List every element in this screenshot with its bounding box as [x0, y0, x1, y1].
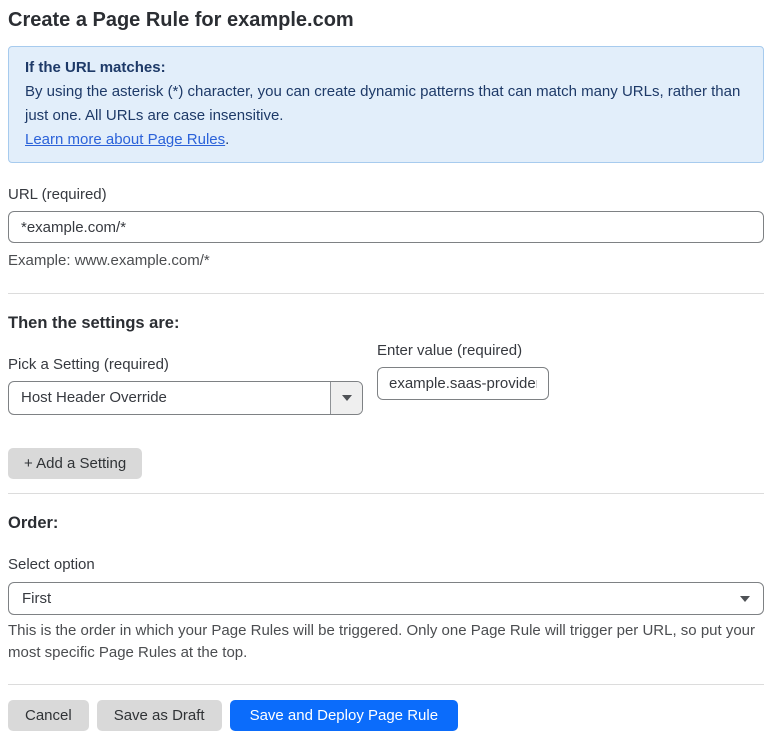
setting-dropdown-arrow-button[interactable]: [330, 382, 362, 414]
add-setting-button[interactable]: + Add a Setting: [8, 448, 143, 479]
url-field-helper: Example: www.example.com/*: [8, 252, 210, 269]
pick-setting-label: Pick a Setting (required): [8, 356, 169, 373]
order-select[interactable]: First: [8, 582, 764, 615]
chevron-down-icon: [740, 595, 750, 602]
info-box-heading: If the URL matches:: [25, 59, 166, 76]
order-select-label: Select option: [8, 556, 95, 573]
link-suffix: .: [225, 131, 230, 148]
form-actions: Cancel Save as Draft Save and Deploy Pag…: [8, 700, 764, 731]
divider: [8, 684, 764, 685]
pick-setting-column: Pick a Setting (required) Host Header Ov…: [8, 333, 363, 415]
url-input[interactable]: [8, 211, 764, 243]
enter-value-label: Enter value (required): [377, 342, 523, 359]
save-as-draft-button[interactable]: Save as Draft: [96, 700, 222, 731]
learn-more-link[interactable]: Learn more about Page Rules: [25, 131, 225, 148]
page-rule-form: Create a Page Rule for example.com If th…: [0, 8, 772, 731]
setting-value-input[interactable]: [377, 367, 549, 400]
setting-row: Pick a Setting (required) Host Header Ov…: [8, 333, 764, 415]
info-box-body: By using the asterisk (*) character, you…: [25, 83, 741, 124]
page-title: Create a Page Rule for example.com: [8, 9, 354, 31]
url-match-info-box: If the URL matches: By using the asteris…: [8, 46, 764, 163]
order-select-value: First: [22, 590, 52, 607]
cancel-button[interactable]: Cancel: [8, 700, 89, 731]
divider: [8, 493, 764, 494]
setting-dropdown-value: Host Header Override: [21, 389, 167, 406]
save-and-deploy-button[interactable]: Save and Deploy Page Rule: [229, 700, 459, 731]
divider: [8, 293, 764, 294]
enter-value-column: Enter value (required): [377, 333, 549, 415]
chevron-down-icon: [341, 395, 352, 401]
settings-section-heading: Then the settings are:: [8, 314, 180, 332]
order-section-heading: Order:: [8, 514, 59, 532]
info-box-link-line: Learn more about Page Rules.: [25, 128, 747, 152]
setting-dropdown[interactable]: Host Header Override: [8, 381, 363, 415]
order-helper-text: This is the order in which your Page Rul…: [8, 622, 756, 661]
url-field-label: URL (required): [8, 186, 107, 203]
